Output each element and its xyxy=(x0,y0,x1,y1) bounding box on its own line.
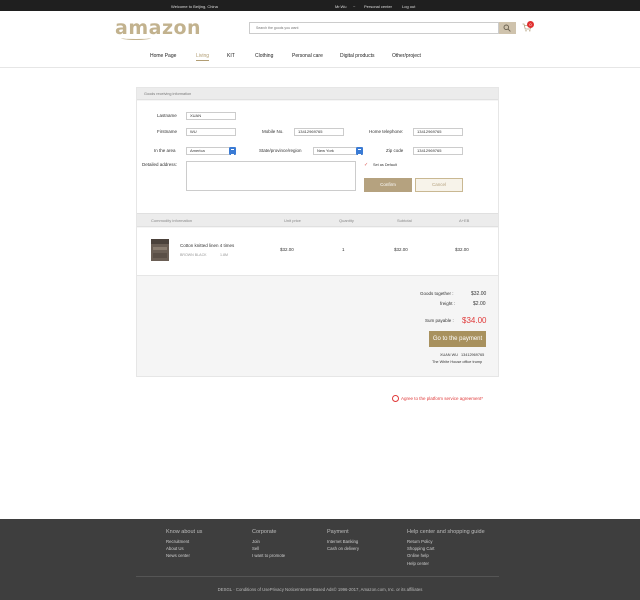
footer-col-title: Help center and shopping guide xyxy=(407,529,485,535)
firstname-field[interactable]: WU xyxy=(186,128,236,136)
footer-link[interactable]: Online help xyxy=(407,553,485,558)
order-table-header: Commodity information Unit price Quantit… xyxy=(137,213,498,227)
footer-link[interactable]: Internet Banking xyxy=(327,539,359,544)
state-value: New York xyxy=(317,148,334,153)
product-size: 1.8M xyxy=(220,253,228,257)
top-bar: Welcome to Beijing, China Mr.Wu ~ Person… xyxy=(0,0,640,11)
confirm-button[interactable]: Confirm xyxy=(364,178,412,192)
footer-link[interactable]: News center xyxy=(166,553,202,558)
personal-center-link[interactable]: Personal center xyxy=(364,4,392,9)
goods-together-label: Goods together : xyxy=(420,291,454,296)
default-check-icon[interactable]: ✓ xyxy=(364,162,368,168)
col-subtotal: Subtotal xyxy=(397,218,412,223)
mobile-label: Mobile No. xyxy=(262,129,284,134)
col-commodity: Commodity information xyxy=(151,218,193,223)
chevron-down-icon xyxy=(229,147,236,155)
logout-link[interactable]: Log out xyxy=(402,4,415,9)
zip-label: Zip code xyxy=(386,148,404,153)
product-quantity: 1 xyxy=(342,247,345,252)
footer-copyright: DESGL · Conditions of UsePrivacy NoticeI… xyxy=(217,587,423,592)
freight-label: freight : xyxy=(440,301,456,306)
freight-value: $2.00 xyxy=(473,301,486,307)
set-default-label: Set as Default xyxy=(373,163,397,167)
footer-link[interactable]: Help center xyxy=(407,561,485,566)
address-section-title: Goods receiving information xyxy=(137,88,498,100)
footer-link[interactable]: I want to promote xyxy=(252,553,285,558)
sum-payable-value: $34.00 xyxy=(462,316,487,325)
agreement-text[interactable]: Agree to the platform service agreement* xyxy=(401,396,483,401)
home-telephone-field[interactable]: 13412969765 xyxy=(413,128,463,136)
receiver-address: The White House office trump xyxy=(432,360,483,364)
nav-clothing[interactable]: Clothing xyxy=(255,53,273,59)
nav-living[interactable]: Living xyxy=(196,53,210,61)
footer-col-title: Payment xyxy=(327,529,349,535)
product-color: BROWN BLACK xyxy=(180,253,207,257)
home-telephone-label: Home telephone: xyxy=(369,129,404,134)
product-total: $32.00 xyxy=(455,247,469,252)
footer-link[interactable]: About Us xyxy=(166,546,202,551)
table-row: Cotton knitted linen 4 times BROWN BLACK… xyxy=(137,228,498,276)
lastname-label: Lastname xyxy=(157,113,177,118)
lastname-field[interactable]: XUAN xyxy=(186,112,236,120)
col-unit-price: Unit price xyxy=(284,218,301,223)
go-to-payment-button[interactable]: Go to the payment xyxy=(429,331,486,347)
search-button[interactable] xyxy=(499,22,516,34)
product-name[interactable]: Cotton knitted linen 4 times xyxy=(180,243,234,248)
footer-link[interactable]: Cash on delivery xyxy=(327,546,359,551)
footer-col-corporate: Corporate Join Sell I want to promote xyxy=(252,529,285,561)
nav-personal-care[interactable]: Personal care xyxy=(292,53,323,59)
nav-divider xyxy=(0,67,640,68)
search-input[interactable] xyxy=(250,23,498,33)
zip-field[interactable]: 13412969765 xyxy=(413,147,463,155)
nav-other-project[interactable]: Other/project xyxy=(392,53,421,59)
footer-col-title: Know about us xyxy=(166,529,203,535)
mobile-field[interactable]: 13412969765 xyxy=(294,128,344,136)
separator: ~ xyxy=(353,3,356,9)
chevron-down-icon xyxy=(356,147,363,155)
area-value: America xyxy=(190,148,205,153)
agreement-checkbox[interactable] xyxy=(392,395,399,402)
receiver-name: XUAN WU xyxy=(440,353,458,357)
user-name-link[interactable]: Mr.Wu xyxy=(335,4,346,9)
col-total: A+EB xyxy=(459,218,470,223)
cart-count-badge: 0 xyxy=(527,21,534,28)
col-quantity: Quantity xyxy=(339,218,354,223)
detailed-address-label: Detailed address: xyxy=(142,162,178,167)
state-select[interactable]: New York xyxy=(313,147,363,155)
nav-digital-products[interactable]: Digital products xyxy=(340,53,374,59)
footer-link[interactable]: Sell xyxy=(252,546,285,551)
nav-kit[interactable]: KIT xyxy=(227,53,235,59)
address-form: Lastname XUAN Firstname WU Mobile No. 13… xyxy=(137,101,498,213)
logo-smile-icon xyxy=(121,36,151,40)
footer-divider xyxy=(136,576,499,577)
nav-home[interactable]: Home Page xyxy=(150,53,176,59)
footer-link[interactable]: Join xyxy=(252,539,285,544)
footer-link[interactable]: Return Policy xyxy=(407,539,485,544)
footer-link[interactable]: Recruitment xyxy=(166,539,202,544)
product-subtotal: $32.00 xyxy=(394,247,408,252)
goods-together-value: $32.00 xyxy=(471,291,487,297)
search-icon xyxy=(503,24,511,32)
receiver-phone: 13412969765 xyxy=(461,353,485,357)
footer-col-about: Know about us Recruitment About Us News … xyxy=(166,529,202,561)
footer-col-title: Corporate xyxy=(252,529,277,535)
area-label: In the area xyxy=(154,148,176,153)
welcome-text: Welcome to Beijing, China xyxy=(171,3,218,9)
state-label: State/province/region xyxy=(259,148,302,153)
sum-payable-label: Sum payable : xyxy=(425,318,454,323)
main-nav: Home Page Living KIT Clothing Personal c… xyxy=(0,52,640,62)
product-unit-price: $32.00 xyxy=(280,247,294,252)
checkout-panel: Goods receiving information Lastname XUA… xyxy=(136,87,499,377)
footer-col-help: Help center and shopping guide Return Po… xyxy=(407,529,485,568)
cancel-button[interactable]: Cancel xyxy=(415,178,463,192)
footer-link[interactable]: Shopping Cart xyxy=(407,546,485,551)
detailed-address-textarea[interactable] xyxy=(186,161,356,191)
firstname-label: Firstname xyxy=(157,129,178,134)
search-box xyxy=(249,22,499,34)
product-image[interactable] xyxy=(149,237,171,263)
footer-col-payment: Payment Internet Banking Cash on deliver… xyxy=(327,529,359,553)
area-select[interactable]: America xyxy=(186,147,236,155)
